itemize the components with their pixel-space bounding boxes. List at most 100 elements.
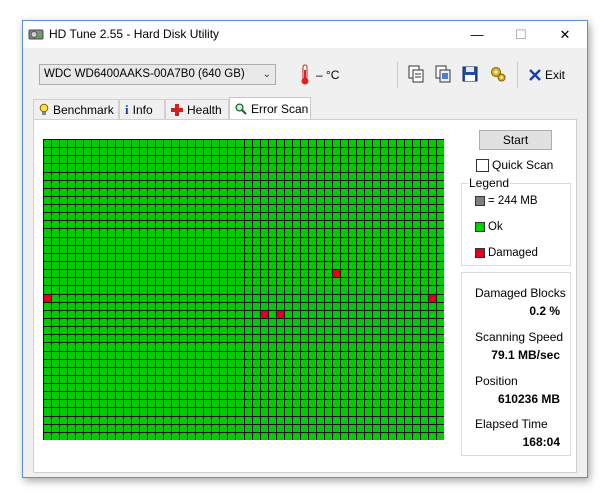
ok-block [365,335,372,342]
ok-block [108,425,115,432]
ok-block [309,295,316,302]
ok-block [269,295,276,302]
ok-block [220,254,227,261]
ok-block [228,327,235,334]
ok-block [124,140,131,147]
ok-block [253,254,260,261]
ok-block [92,197,99,204]
app-window: HD Tune 2.55 - Hard Disk Utility — ☐ ✕ W… [22,20,588,478]
ok-block [68,156,75,163]
ok-block [421,229,428,237]
ok-block [333,246,340,253]
ok-block [245,303,252,310]
ok-block [309,327,316,334]
start-button[interactable]: Start [479,130,552,150]
damaged-block [277,311,284,318]
ok-block [44,270,51,277]
ok-block [397,360,404,367]
ok-block [108,286,115,294]
ok-block [220,181,227,188]
copy-screenshot-icon[interactable] [434,65,452,83]
ok-block [437,278,444,285]
ok-block [164,140,171,147]
ok-block [44,197,51,204]
window-title: HD Tune 2.55 - Hard Disk Utility [49,27,220,41]
tab-benchmark[interactable]: Benchmark [33,99,119,119]
tab-error-scan[interactable]: Error Scan [229,97,311,120]
ok-block [341,229,348,237]
ok-block [253,360,260,367]
ok-block [357,148,364,155]
ok-block [437,213,444,220]
ok-block [389,327,396,334]
maximize-button[interactable]: ☐ [499,21,543,48]
ok-block [156,433,163,440]
ok-block [92,368,99,375]
save-icon[interactable] [461,65,479,83]
close-button[interactable]: ✕ [543,21,587,48]
options-icon[interactable] [489,65,507,83]
ok-block [68,303,75,310]
ok-block [429,392,436,399]
ok-block [124,254,131,261]
ok-block [341,335,348,342]
ok-block [309,360,316,367]
ok-block [245,156,252,163]
quick-scan-checkbox[interactable] [476,158,489,172]
ok-block [188,425,195,432]
ok-block [309,368,316,375]
ok-block [397,197,404,204]
ok-block [301,246,308,253]
ok-block [421,417,428,424]
tab-health[interactable]: Health [165,99,229,119]
ok-block [44,213,51,220]
ok-block [245,286,252,294]
ok-block [269,197,276,204]
tab-info[interactable]: i Info [119,99,165,119]
quick-scan-option[interactable]: Quick Scan [476,158,553,172]
ok-block [236,352,244,359]
ok-block [381,229,388,237]
ok-block [245,148,252,155]
ok-block [325,270,332,277]
copy-text-icon[interactable] [407,65,425,83]
ok-block [373,197,380,204]
ok-block [44,140,51,147]
ok-block [365,197,372,204]
ok-block [349,164,356,172]
ok-block [52,286,59,294]
ok-block [180,238,187,245]
ok-block [156,246,163,253]
ok-block [349,246,356,253]
exit-button[interactable]: Exit [528,66,565,84]
ok-block [236,286,244,294]
ok-block [413,221,420,228]
ok-block [220,392,227,399]
ok-block [413,311,420,318]
ok-block [124,164,131,172]
ok-block [309,408,316,416]
ok-block [180,384,187,391]
ok-block [365,319,372,326]
ok-block [132,425,139,432]
ok-block [172,262,179,269]
title-bar[interactable]: HD Tune 2.55 - Hard Disk Utility — ☐ ✕ [23,21,587,48]
maximize-icon: ☐ [515,26,527,42]
ok-block [100,400,107,407]
ok-block [220,197,227,204]
ok-block [60,262,67,269]
ok-block [156,286,163,294]
minimize-button[interactable]: — [455,21,499,48]
ok-block [172,384,179,391]
ok-block [333,278,340,285]
ok-block [365,221,372,228]
ok-block [236,140,244,147]
ok-block [140,262,147,269]
ok-block [389,343,396,351]
ok-block [325,417,332,424]
ok-block [301,213,308,220]
drive-select[interactable]: WDC WD6400AAKS-00A7B0 (640 GB) ⌄ [39,64,276,85]
ok-block [212,376,219,383]
ok-block [253,392,260,399]
ok-block [68,173,75,180]
